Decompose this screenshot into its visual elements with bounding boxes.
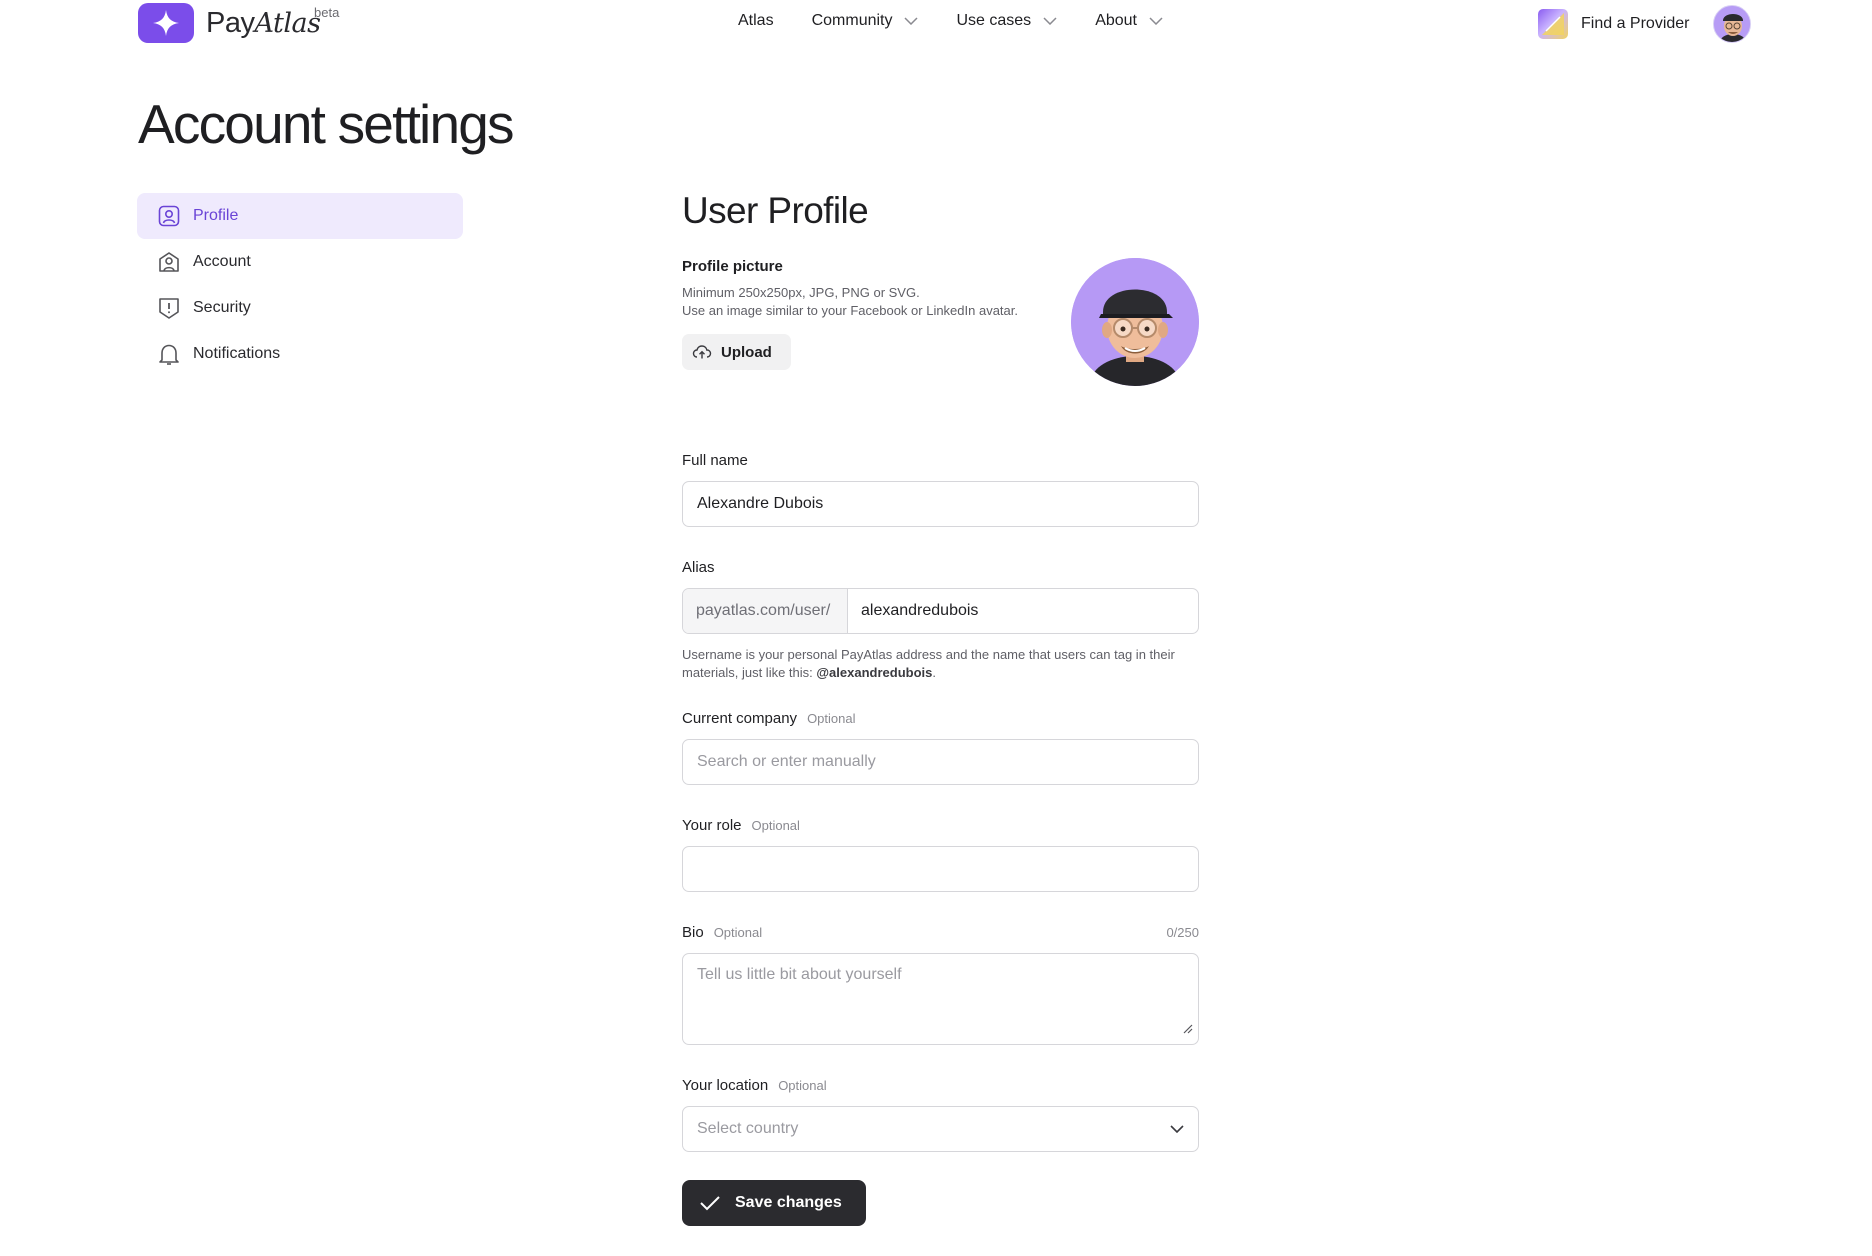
optional-tag: Optional [713,925,763,940]
profile-picture-help-line: Use an image similar to your Facebook or… [682,303,1019,318]
nav-use-cases-label: Use cases [956,12,1032,29]
location-label: Your location Optional [682,1077,1199,1094]
page-title: Account settings [138,93,515,155]
company-field: Current company Optional Search or enter… [682,710,1199,785]
alias-prefix: payatlas.com/user/ [683,589,848,633]
header-actions: Find a Provider [1538,5,1751,43]
alias-help-end: . [932,665,936,680]
save-changes-label: Save changes [735,1194,842,1211]
full-name-field: Full name Alexandre Dubois [682,452,1199,527]
company-placeholder: Search or enter manually [697,753,876,770]
alias-input-group: payatlas.com/user/ alexandredubois [682,588,1199,634]
company-input[interactable]: Search or enter manually [682,739,1199,785]
full-name-label: Full name [682,452,1199,469]
profile-icon [157,204,181,228]
chevron-down-icon [1149,17,1163,25]
nav-community-label: Community [811,12,893,29]
profile-picture-section: Profile picture Minimum 250x250px, JPG, … [682,258,1199,414]
profile-form: User Profile Profile picture Minimum 250… [682,190,1199,1226]
profile-picture-help-line: Minimum 250x250px, JPG, PNG or SVG. [682,285,920,300]
main-nav: Atlas Community Use cases About [738,12,1201,30]
sidebar-item-label: Notifications [193,345,281,362]
bio-placeholder: Tell us little bit about yourself [697,966,902,983]
settings-sidebar: Profile Account Security Notifications [137,193,463,377]
upload-button-label: Upload [721,343,772,361]
account-icon [157,250,181,274]
alias-help-handle: @alexandredubois [816,665,933,680]
company-label-text: Current company [682,710,798,727]
nav-about[interactable]: About [1095,12,1163,30]
bio-label: Bio Optional 0/250 [682,924,1199,941]
find-provider-icon[interactable] [1538,9,1568,39]
nav-community[interactable]: Community [812,12,919,30]
check-icon [699,1195,721,1211]
bio-label-text: Bio [682,924,704,941]
brand-name: PayAtlas [206,6,321,39]
location-label-text: Your location [682,1077,769,1094]
sidebar-item-profile[interactable]: Profile [137,193,463,239]
find-provider-link[interactable]: Find a Provider [1581,15,1690,33]
bio-field: Bio Optional 0/250 Tell us little bit ab… [682,924,1199,1045]
full-name-input[interactable]: Alexandre Dubois [682,481,1199,527]
sidebar-item-label: Profile [193,207,239,224]
beta-badge: beta [314,5,340,20]
chevron-down-icon [1043,17,1057,25]
alias-field: Alias payatlas.com/user/ alexandredubois… [682,559,1199,682]
sidebar-item-label: Account [193,253,251,270]
role-label: Your role Optional [682,817,1199,834]
save-changes-button[interactable]: Save changes [682,1180,866,1226]
country-select-placeholder: Select country [697,1120,799,1137]
sidebar-item-notifications[interactable]: Notifications [137,331,463,377]
sidebar-item-account[interactable]: Account [137,239,463,285]
role-field: Your role Optional [682,817,1199,892]
company-label: Current company Optional [682,710,1199,727]
sparkle-icon [138,3,194,43]
role-label-text: Your role [682,817,742,834]
shield-alert-icon [157,296,181,320]
nav-atlas-label: Atlas [738,12,774,29]
alias-label-text: Alias [682,559,715,576]
optional-tag: Optional [751,818,800,833]
profile-picture-help: Minimum 250x250px, JPG, PNG or SVG. Use … [682,284,1027,320]
user-avatar[interactable] [1712,5,1751,43]
full-name-label-text: Full name [682,452,748,469]
role-input[interactable] [682,846,1199,892]
optional-tag: Optional [778,1078,827,1093]
upload-button[interactable]: Upload [682,334,791,370]
resize-handle-icon[interactable] [1181,1021,1193,1039]
cloud-upload-icon [692,344,712,360]
bell-icon [157,342,181,366]
profile-picture-avatar [1071,258,1199,386]
sidebar-item-label: Security [193,299,251,316]
nav-atlas[interactable]: Atlas [738,12,774,30]
full-name-value: Alexandre Dubois [697,495,824,512]
country-select[interactable]: Select country [682,1106,1199,1152]
alias-help-text: Username is your personal PayAtlas addre… [682,646,1199,682]
nav-about-label: About [1095,12,1137,29]
alias-input[interactable]: alexandredubois [848,589,1198,633]
bio-char-count: 0/250 [1166,925,1199,940]
bio-textarea[interactable]: Tell us little bit about yourself [682,953,1199,1045]
section-title: User Profile [682,190,869,231]
alias-value: alexandredubois [861,602,979,619]
nav-use-cases[interactable]: Use cases [956,12,1057,30]
location-field: Your location Optional Select country [682,1077,1199,1152]
sidebar-item-security[interactable]: Security [137,285,463,331]
brand-logo[interactable]: PayAtlas beta [138,3,339,43]
alias-label: Alias [682,559,1199,576]
optional-tag: Optional [807,711,856,726]
chevron-down-icon [904,17,919,25]
chevron-down-icon [1170,1120,1184,1138]
